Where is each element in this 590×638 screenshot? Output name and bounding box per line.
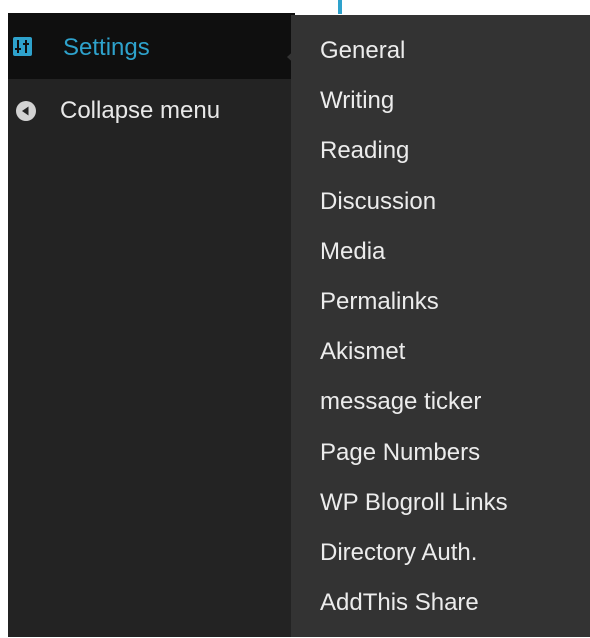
sidebar-item-label: Settings bbox=[63, 34, 150, 61]
submenu-list: General Writing Reading Discussion Media… bbox=[291, 36, 590, 638]
submenu-item-permalinks[interactable]: Permalinks bbox=[291, 287, 590, 337]
submenu-item-message-ticker[interactable]: message ticker bbox=[291, 387, 590, 437]
submenu-item-reading[interactable]: Reading bbox=[291, 136, 590, 186]
accent-marker bbox=[338, 0, 342, 14]
settings-sliders-icon bbox=[13, 37, 32, 56]
sidebar-item-settings[interactable]: Settings bbox=[8, 13, 295, 79]
submenu-item-writing[interactable]: Writing bbox=[291, 86, 590, 136]
submenu-item-general[interactable]: General bbox=[291, 36, 590, 86]
submenu-item-media[interactable]: Media bbox=[291, 237, 590, 287]
submenu-item-discussion[interactable]: Discussion bbox=[291, 187, 590, 237]
submenu-item-page-numbers[interactable]: Page Numbers bbox=[291, 438, 590, 488]
settings-submenu: General Writing Reading Discussion Media… bbox=[291, 15, 590, 637]
collapse-menu-button[interactable]: Collapse menu bbox=[8, 91, 295, 131]
admin-sidebar: Settings Collapse menu bbox=[8, 13, 299, 637]
collapse-arrow-icon bbox=[16, 101, 36, 121]
collapse-menu-label: Collapse menu bbox=[60, 97, 221, 124]
submenu-item-directory-auth[interactable]: Directory Auth. bbox=[291, 538, 590, 588]
submenu-item-wp-blogroll-links[interactable]: WP Blogroll Links bbox=[291, 488, 590, 538]
submenu-item-akismet[interactable]: Akismet bbox=[291, 337, 590, 387]
page-background-strip bbox=[291, 0, 590, 15]
submenu-item-addthis-share[interactable]: AddThis Share bbox=[291, 588, 590, 638]
